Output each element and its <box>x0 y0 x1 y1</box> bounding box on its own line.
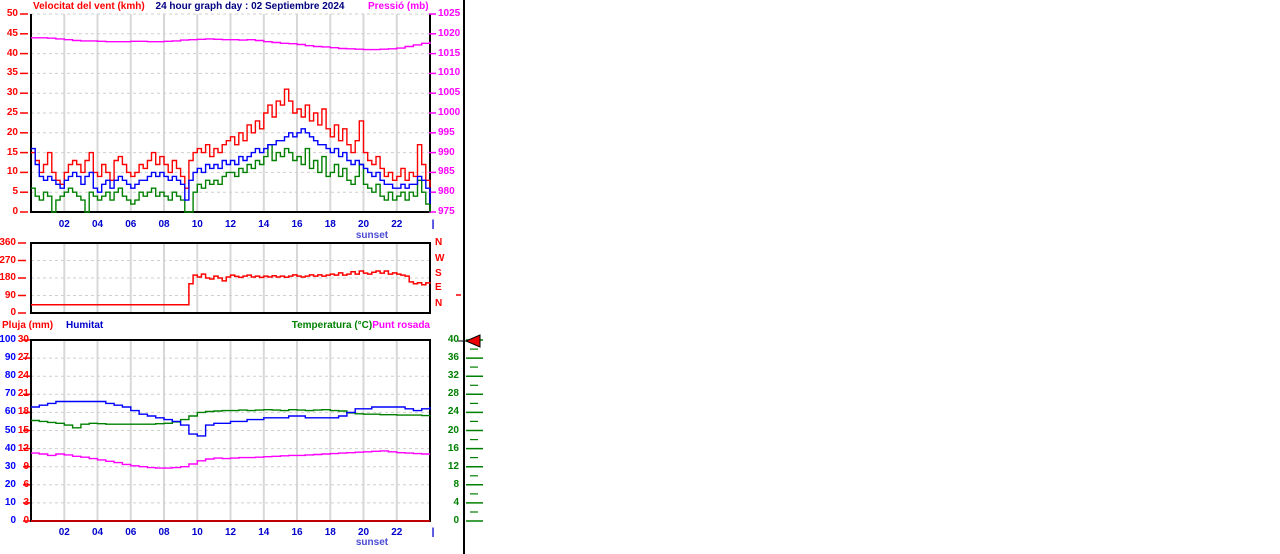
charts-svg <box>0 0 1280 554</box>
wind-axis-title: Velocitat del vent (kmh) <box>33 2 145 12</box>
sunset-label: sunset <box>342 231 402 241</box>
pressure-tick-label: 975 <box>438 207 455 217</box>
compass-label: N <box>435 238 442 248</box>
humidity-axis-title: Humitat <box>66 321 103 331</box>
rain-tick-label: 9 <box>0 462 29 472</box>
graph-title: 24 hour graph day : 02 Septiembre 2024 <box>130 2 370 12</box>
wind-tick-label: 40 <box>0 49 18 59</box>
direction-tick-label: 90 <box>0 291 16 301</box>
wind-tick-label: 30 <box>0 88 18 98</box>
temp-tick-label: 32 <box>399 371 459 381</box>
pressure-tick-label: 1005 <box>438 88 460 98</box>
direction-tick-label: 0 <box>0 308 16 318</box>
pressure-tick-label: 1015 <box>438 49 460 59</box>
wind-tick-label: 50 <box>0 9 18 19</box>
rain-tick-label: 6 <box>0 480 29 490</box>
direction-tick-label: 270 <box>0 256 16 266</box>
temp-tick-label: 4 <box>399 498 459 508</box>
temp-tick-label: 20 <box>399 426 459 436</box>
wind-tick-label: 10 <box>0 167 18 177</box>
temp-tick-label: 16 <box>399 444 459 454</box>
temp-tick-label: 28 <box>399 389 459 399</box>
temp-tick-label: 24 <box>399 407 459 417</box>
rain-tick-label: 30 <box>0 335 29 345</box>
pressure-tick-label: 980 <box>438 187 455 197</box>
temp-scale-arrow-icon <box>466 335 480 347</box>
rain-tick-label: 15 <box>0 426 29 436</box>
hour-end-marker: | <box>403 528 463 538</box>
temperature-axis-title: Temperatura (°C) <box>292 320 373 331</box>
pressure-tick-label: 1025 <box>438 9 460 19</box>
dewpoint-axis-title: Punt rosada <box>372 320 430 331</box>
pressure-tick-label: 985 <box>438 167 455 177</box>
rain-tick-label: 24 <box>0 371 29 381</box>
compass-label: S <box>435 269 442 279</box>
direction-tick-label: 180 <box>0 273 16 283</box>
wind-tick-label: 45 <box>0 29 18 39</box>
rain-tick-label: 3 <box>0 498 29 508</box>
compass-label: E <box>435 283 442 293</box>
wind-tick-label: 0 <box>0 207 18 217</box>
pressure-tick-label: 995 <box>438 128 455 138</box>
rain-tick-label: 27 <box>0 353 29 363</box>
pressure-tick-label: 990 <box>438 148 455 158</box>
temp-tick-label: 8 <box>399 480 459 490</box>
wind-tick-label: 15 <box>0 148 18 158</box>
rain-tick-label: 12 <box>0 444 29 454</box>
wind-tick-label: 25 <box>0 108 18 118</box>
pressure-axis-title: Pressió (mb) <box>368 2 428 12</box>
rain-tick-label: 0 <box>0 516 29 526</box>
rain-axis-title: Pluja (mm) <box>2 321 53 331</box>
temp-tick-label: 12 <box>399 462 459 472</box>
pressure-tick-label: 1020 <box>438 29 460 39</box>
rain-tick-label: 18 <box>0 407 29 417</box>
temp-tick-label: 40 <box>399 335 459 345</box>
pressure-tick-label: 1010 <box>438 68 460 78</box>
sunset-label: sunset <box>342 538 402 548</box>
wind-tick-label: 20 <box>0 128 18 138</box>
wind-tick-label: 5 <box>0 187 18 197</box>
temp-tick-label: 0 <box>399 516 459 526</box>
compass-label: W <box>435 254 444 264</box>
hour-end-marker: | <box>403 220 463 230</box>
temp-dew-titles: Temperatura (°C)Punt rosada <box>232 321 430 331</box>
compass-label: N <box>435 299 442 309</box>
pressure-tick-label: 1000 <box>438 108 460 118</box>
rain-tick-label: 21 <box>0 389 29 399</box>
weather-graph-window: Velocitat del vent (kmh) 24 hour graph d… <box>0 0 1280 554</box>
temp-tick-label: 36 <box>399 353 459 363</box>
wind-tick-label: 35 <box>0 68 18 78</box>
direction-tick-label: 360 <box>0 238 16 248</box>
